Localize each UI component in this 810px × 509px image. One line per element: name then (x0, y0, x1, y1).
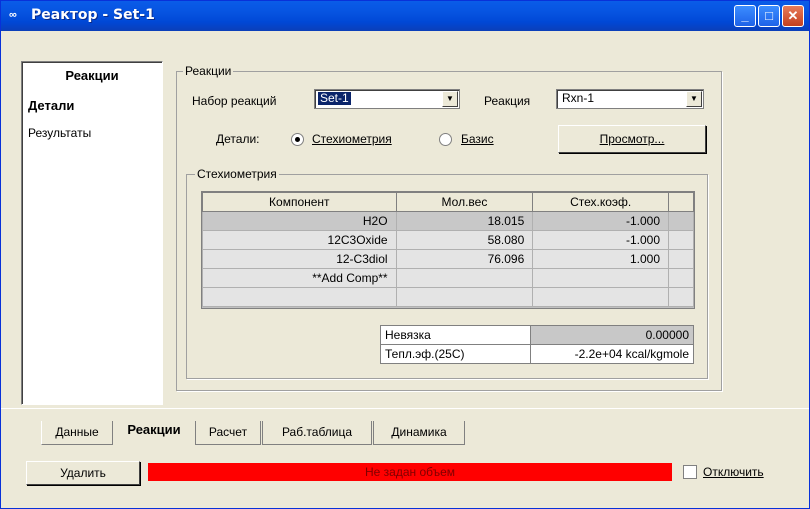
window-title: Реактор - Set-1 (31, 7, 155, 23)
cell-component[interactable]: 12-C3diol (202, 249, 397, 269)
table-row[interactable]: 12-C3diol 76.096 1.000 (202, 249, 694, 269)
tab-calculation[interactable]: Расчет (195, 421, 261, 445)
table-row[interactable]: **Add Comp** (202, 268, 694, 288)
tab-dynamics[interactable]: Динамика (373, 421, 465, 445)
cell-component[interactable]: 12C3Oxide (202, 230, 397, 250)
cell-coef[interactable] (532, 268, 670, 288)
heat-of-reaction-value: -2.2e+04 kcal/kgmole (530, 344, 694, 364)
cell-extra (668, 211, 694, 231)
reactor-window: ∞ Реактор - Set-1 _ □ ✕ Реакции Детали Р… (0, 0, 810, 509)
cell-extra (668, 268, 694, 288)
balance-error-value: 0.00000 (530, 325, 694, 345)
summary-row: Тепл.эф.(25C) -2.2e+04 kcal/kgmole (380, 344, 694, 364)
cell-coef[interactable] (532, 287, 670, 307)
reaction-set-value: Set-1 (318, 91, 351, 105)
reactions-group-label: Реакции (183, 64, 234, 78)
cell-molwt[interactable]: 18.015 (395, 211, 534, 231)
sidebar-item-details[interactable]: Детали (28, 98, 74, 113)
close-icon: ✕ (787, 8, 799, 23)
maximize-icon: □ (765, 8, 773, 23)
app-icon[interactable]: ∞ (9, 8, 25, 22)
disable-checkbox-label[interactable]: Отключить (703, 465, 764, 479)
status-bar: Не задан объем (148, 463, 672, 481)
cell-component[interactable]: H2O (202, 211, 397, 231)
balance-error-label: Невязка (380, 325, 531, 345)
minimize-icon: _ (741, 8, 749, 23)
column-header-molwt[interactable]: Мол.вес (395, 192, 534, 212)
column-header-coef[interactable]: Стех.коэф. (532, 192, 670, 212)
tab-worksheet[interactable]: Раб.таблица (262, 421, 372, 445)
cell-molwt[interactable] (395, 268, 534, 288)
cell-molwt[interactable]: 76.096 (395, 249, 534, 269)
table-row[interactable]: 12C3Oxide 58.080 -1.000 (202, 230, 694, 250)
table-row[interactable]: H2O 18.015 -1.000 (202, 211, 694, 231)
summary-row: Невязка 0.00000 (380, 325, 694, 345)
stoichiometry-group-label: Стехиометрия (195, 167, 279, 181)
close-button[interactable]: ✕ (782, 5, 804, 27)
column-header-extra (668, 192, 694, 212)
cell-molwt[interactable] (395, 287, 534, 307)
cell-coef[interactable]: -1.000 (532, 230, 670, 250)
radio-basis-label[interactable]: Базис (461, 132, 494, 146)
reaction-set-select[interactable]: Set-1 ▼ (314, 89, 460, 109)
view-button[interactable]: Просмотр... (558, 125, 706, 153)
tab-strip-divider (1, 408, 809, 412)
maximize-button[interactable]: □ (758, 5, 780, 27)
reaction-set-label: Набор реакций (192, 94, 277, 108)
reaction-select[interactable]: Rxn-1 ▼ (556, 89, 704, 109)
sidebar-item-results[interactable]: Результаты (28, 126, 91, 140)
title-bar[interactable]: ∞ Реактор - Set-1 _ □ ✕ (1, 1, 809, 31)
delete-button[interactable]: Удалить (26, 461, 140, 485)
cell-component[interactable] (202, 287, 397, 307)
cell-coef[interactable]: 1.000 (532, 249, 670, 269)
reaction-value: Rxn-1 (562, 91, 595, 105)
heat-of-reaction-label: Тепл.эф.(25C) (380, 344, 531, 364)
cell-molwt[interactable]: 58.080 (395, 230, 534, 250)
table-row[interactable] (202, 287, 694, 307)
stoichiometry-table: Компонент Мол.вес Стех.коэф. H2O 18.015 … (201, 191, 695, 309)
reaction-label: Реакция (484, 94, 531, 108)
summary-table: Невязка 0.00000 Тепл.эф.(25C) -2.2e+04 k… (380, 325, 694, 364)
radio-stoichiometry-label[interactable]: Стехиометрия (312, 132, 392, 146)
details-label: Детали: (216, 132, 260, 146)
radio-basis[interactable] (439, 133, 452, 146)
minimize-button[interactable]: _ (734, 5, 756, 27)
cell-add-component[interactable]: **Add Comp** (202, 268, 397, 288)
column-header-component[interactable]: Компонент (202, 192, 397, 212)
disable-checkbox[interactable] (683, 465, 697, 479)
chevron-down-icon[interactable]: ▼ (686, 91, 702, 107)
sidebar-panel: Реакции Детали Результаты (21, 61, 163, 405)
cell-extra (668, 249, 694, 269)
cell-extra (668, 287, 694, 307)
cell-coef[interactable]: -1.000 (532, 211, 670, 231)
cell-extra (668, 230, 694, 250)
tab-data[interactable]: Данные (41, 421, 113, 445)
tab-reactions[interactable]: Реакции (114, 419, 194, 446)
chevron-down-icon[interactable]: ▼ (442, 91, 458, 107)
radio-stoichiometry[interactable] (291, 133, 304, 146)
sidebar-heading: Реакции (65, 68, 119, 83)
